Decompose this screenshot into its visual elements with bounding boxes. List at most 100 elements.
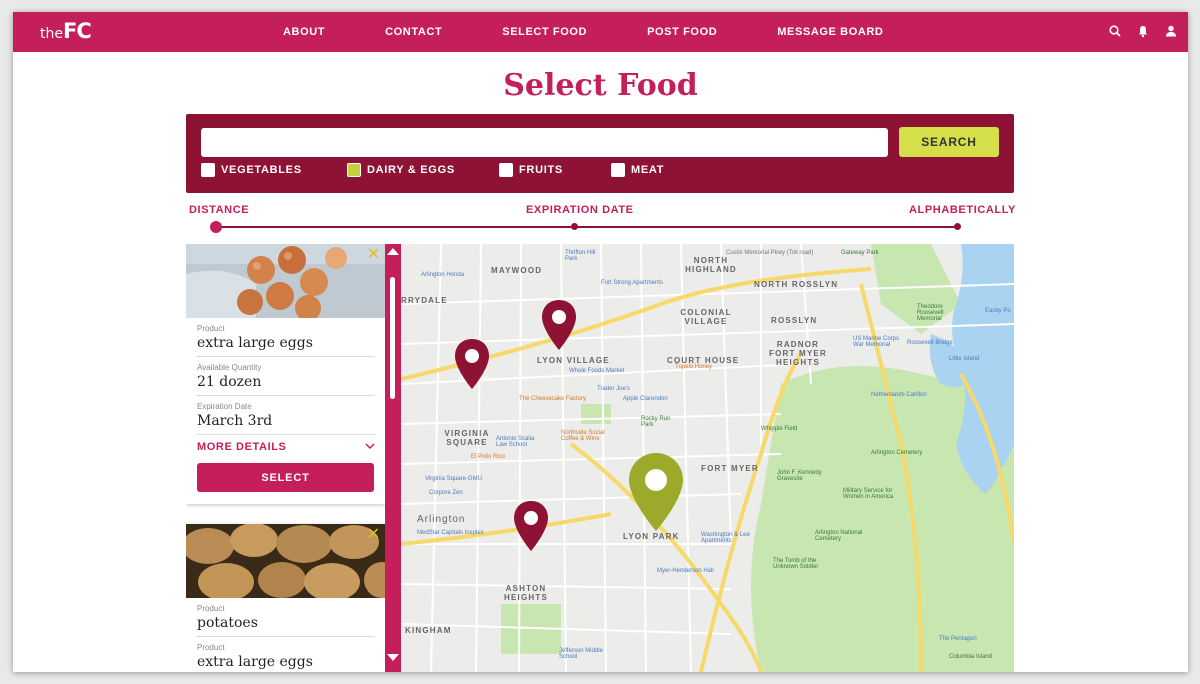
- map-place: The Cheesecake Factory: [519, 396, 587, 402]
- product-field: Product extra large eggs: [197, 637, 375, 672]
- product-label: Product: [197, 324, 225, 333]
- filter-fruits[interactable]: FRUITS: [499, 163, 563, 177]
- map-view[interactable]: MAYWOOD NORTH HIGHLAND NORTH ROSSLYN COL…: [401, 244, 1014, 672]
- scrollbar-thumb[interactable]: [390, 277, 395, 399]
- sort-option-alphabetically[interactable]: ALPHABETICALLY: [909, 204, 1016, 216]
- map-pin-icon[interactable]: [454, 338, 490, 390]
- map-place: Theodore Roosevelt Memorial: [917, 304, 944, 322]
- map-place: El Pollo Rico: [471, 454, 506, 460]
- map-place: Fort Strong Apartments: [601, 280, 664, 286]
- map-label: RADNOR FORT MYER HEIGHTS: [769, 340, 827, 367]
- map-pin-icon[interactable]: [513, 500, 549, 552]
- nav-select-food[interactable]: SELECT FOOD: [502, 12, 587, 52]
- map-place: Arlington Honda: [421, 272, 465, 278]
- expiration-value: March 3rd: [197, 413, 273, 429]
- map-place: Arlington Cemetery: [871, 450, 923, 456]
- listing-card: ✕ Product potatoes Product extra large e…: [186, 524, 385, 672]
- logo[interactable]: theFC: [40, 19, 92, 43]
- listing-scrollbar[interactable]: [385, 244, 401, 672]
- expiration-field: Expiration Date March 3rd: [197, 396, 375, 435]
- sort-option-expiration[interactable]: EXPIRATION DATE: [526, 204, 634, 216]
- filter-dairy-eggs[interactable]: DAIRY & EGGS: [347, 163, 455, 177]
- scroll-down-icon[interactable]: [387, 654, 399, 661]
- map-place: Corpore Zen: [429, 490, 463, 496]
- logo-prefix: the: [40, 26, 63, 42]
- map-label: KINGHAM: [405, 626, 452, 635]
- filter-meat[interactable]: MEAT: [611, 163, 664, 177]
- checkbox-meat[interactable]: [611, 163, 625, 177]
- map-label: LYON PARK: [623, 532, 680, 541]
- eggs-image: ✕: [186, 244, 385, 318]
- sort-slider-handle[interactable]: [210, 221, 222, 233]
- nav-post-food[interactable]: POST FOOD: [647, 12, 717, 52]
- card-spacer: [186, 492, 385, 504]
- map-place: The Pentagon: [939, 636, 977, 642]
- map-label: FORT MYER: [701, 464, 759, 473]
- quantity-value: 21 dozen: [197, 374, 262, 390]
- map-place: Apple Clarendon: [623, 396, 668, 402]
- map-place: Tupelo Honey: [675, 364, 713, 370]
- product-label: Product: [197, 643, 225, 652]
- nav-contact[interactable]: CONTACT: [385, 12, 442, 52]
- close-icon[interactable]: ✕: [367, 247, 380, 263]
- map-label: VIRGINIA SQUARE: [444, 429, 490, 447]
- scroll-up-icon[interactable]: [387, 248, 399, 255]
- product-field: Product extra large eggs: [197, 318, 375, 357]
- sort-slider-stop[interactable]: [954, 223, 961, 230]
- map-place: The Tomb of the Unknown Soldier: [773, 558, 819, 570]
- close-icon[interactable]: ✕: [367, 527, 380, 543]
- map-place: Gateway Park: [841, 250, 879, 256]
- map-place: Thrifton Hill Park: [565, 250, 596, 262]
- potatoes-image: ✕: [186, 524, 385, 598]
- nav-message-board[interactable]: MESSAGE BOARD: [777, 12, 883, 52]
- nav-links: ABOUT CONTACT SELECT FOOD POST FOOD MESS…: [283, 12, 943, 52]
- map-label: ROSSLYN: [771, 316, 818, 325]
- map-place: Little Island: [949, 356, 980, 362]
- user-icon[interactable]: [1164, 24, 1178, 38]
- checkbox-fruits[interactable]: [499, 163, 513, 177]
- map-place: Whole Foods Market: [569, 368, 625, 374]
- map-place: Myer-Henderson Hall: [657, 568, 714, 574]
- selected-map-pin-icon[interactable]: [628, 452, 684, 532]
- sort-option-distance[interactable]: DISTANCE: [189, 204, 249, 216]
- expiration-label: Expiration Date: [197, 402, 252, 411]
- app-window: theFC ABOUT CONTACT SELECT FOOD POST FOO…: [13, 12, 1188, 672]
- map-place: US Marine Corps War Memorial: [853, 336, 900, 348]
- page-title: Select Food: [503, 68, 698, 103]
- map-place: Nethenlands Carillon: [871, 392, 927, 398]
- map-place: Washington & Lee Apartments: [701, 532, 750, 544]
- checkbox-vegetables[interactable]: [201, 163, 215, 177]
- filter-label: FRUITS: [519, 164, 563, 176]
- map-place: Rocky Run Park: [641, 416, 671, 428]
- nav-about[interactable]: ABOUT: [283, 12, 325, 52]
- filter-label: DAIRY & EGGS: [367, 164, 455, 176]
- product-value: potatoes: [197, 615, 258, 631]
- map-place: Custis Memorial Pkwy (Toll road): [726, 250, 814, 256]
- more-details-label: MORE DETAILS: [197, 441, 287, 453]
- filter-label: VEGETABLES: [221, 164, 302, 176]
- search-button[interactable]: SEARCH: [899, 127, 999, 157]
- map-pin-icon[interactable]: [541, 299, 577, 351]
- map-label: NORTH ROSSLYN: [754, 280, 839, 289]
- map-place: Northside Social Coffee & Wine: [561, 430, 605, 442]
- map-place: Antonio Scalia Law School: [496, 436, 535, 448]
- map-place: Arlington National Cemetery: [815, 530, 863, 542]
- map-label: Arlington: [417, 514, 466, 525]
- search-panel: SEARCH VEGETABLES DAIRY & EGGS FRUITS ME…: [186, 114, 1014, 193]
- map-place: John F. Kennedy Gravesite: [777, 470, 822, 482]
- search-icon[interactable]: [1108, 24, 1122, 38]
- bell-icon[interactable]: [1136, 24, 1150, 38]
- map-place: MedStar Capitals Iceplex: [417, 530, 484, 536]
- sort-slider-track[interactable]: [216, 226, 959, 228]
- checkbox-dairy-eggs[interactable]: [347, 163, 361, 177]
- search-input[interactable]: [201, 128, 888, 157]
- sort-slider-stop[interactable]: [571, 223, 578, 230]
- more-details-toggle[interactable]: MORE DETAILS: [197, 441, 375, 453]
- filter-vegetables[interactable]: VEGETABLES: [201, 163, 302, 177]
- chevron-down-icon: [365, 441, 375, 453]
- filter-label: MEAT: [631, 164, 665, 176]
- quantity-label: Available Quantity: [197, 363, 262, 372]
- select-button[interactable]: SELECT: [197, 463, 374, 492]
- product-value: extra large eggs: [197, 335, 313, 351]
- map-place: Whipple Field: [761, 426, 798, 432]
